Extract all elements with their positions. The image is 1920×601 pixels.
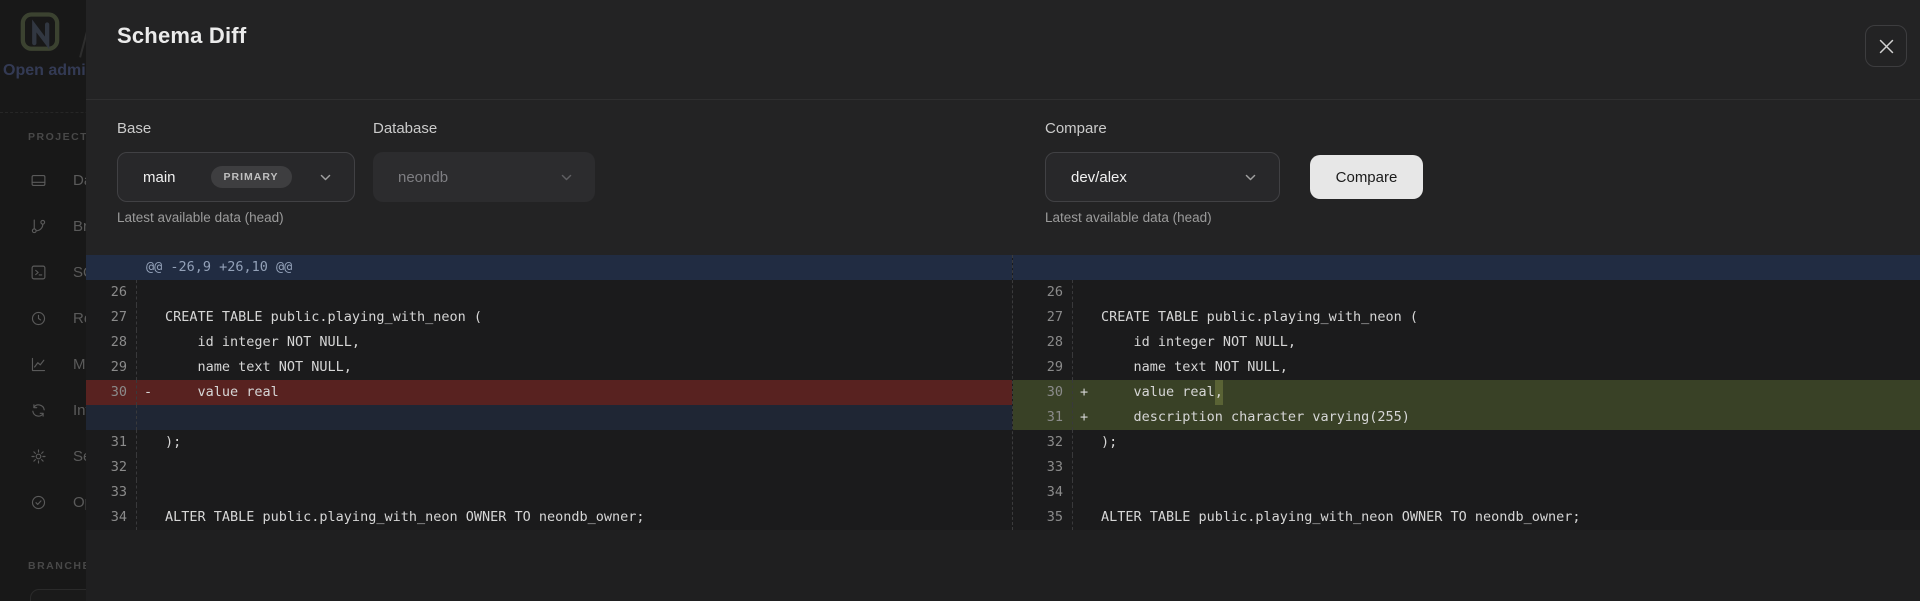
chevron-down-icon	[560, 171, 573, 189]
dashboard-icon	[30, 172, 47, 189]
open-admin-link[interactable]: Open admin	[3, 62, 95, 80]
diff-line: 26	[86, 280, 1012, 305]
close-button[interactable]	[1865, 25, 1907, 67]
primary-badge: PRIMARY	[211, 166, 292, 188]
diff-line: 35ALTER TABLE public.playing_with_neon O…	[1013, 505, 1920, 530]
diff-line: 27CREATE TABLE public.playing_with_neon …	[86, 305, 1012, 330]
diff-line: 29 name text NOT NULL,	[86, 355, 1012, 380]
diff-line	[86, 405, 1012, 430]
restore-icon	[30, 310, 47, 327]
base-label: Base	[117, 120, 151, 137]
diff-line: 34ALTER TABLE public.playing_with_neon O…	[86, 505, 1012, 530]
chevron-down-icon	[1244, 171, 1257, 189]
operations-icon	[30, 494, 47, 511]
diff-line: 32	[86, 455, 1012, 480]
close-icon	[1878, 38, 1895, 55]
compare-label: Compare	[1045, 120, 1107, 137]
compare-branch-select[interactable]: dev/alex	[1045, 152, 1280, 202]
diff-panel-compare: 2627CREATE TABLE public.playing_with_neo…	[1012, 255, 1920, 530]
base-branch-select[interactable]: main PRIMARY	[117, 152, 355, 202]
base-branch-value: main	[143, 169, 176, 186]
diff-line: 31);	[86, 430, 1012, 455]
diff-line: 27CREATE TABLE public.playing_with_neon …	[1013, 305, 1920, 330]
hunk-header-spacer	[1013, 255, 1920, 280]
compare-branch-value: dev/alex	[1071, 169, 1127, 186]
neon-logo-icon[interactable]	[20, 11, 60, 63]
diff-line: 30- value real	[86, 380, 1012, 405]
modal-title: Schema Diff	[117, 23, 246, 49]
sql-editor-icon	[30, 264, 47, 281]
diff-line: 29 name text NOT NULL,	[1013, 355, 1920, 380]
compare-hint: Latest available data (head)	[1045, 210, 1212, 225]
diff-line: 31+ description character varying(255)	[1013, 405, 1920, 430]
diff-line: 26	[1013, 280, 1920, 305]
diff-line: 32);	[1013, 430, 1920, 455]
integrations-icon	[30, 402, 47, 419]
diff-line: 28 id integer NOT NULL,	[1013, 330, 1920, 355]
diff-panel-base: @@ -26,9 +26,10 @@ 2627CREATE TABLE publ…	[86, 255, 1012, 530]
screen: Open admin PROJECT Dashboard Branches SQ…	[0, 0, 1920, 601]
settings-icon	[30, 448, 47, 465]
chevron-down-icon	[319, 171, 332, 189]
compare-button[interactable]: Compare	[1310, 155, 1423, 199]
diff-line: 33	[1013, 455, 1920, 480]
diff-line: 30+ value real,	[1013, 380, 1920, 405]
branches-icon	[30, 218, 47, 235]
schema-diff-modal: Schema Diff Base Database Compare main P…	[86, 0, 1920, 601]
sidebar-heading-project: PROJECT	[28, 131, 88, 143]
database-select[interactable]: neondb	[373, 152, 595, 202]
diff-line: 28 id integer NOT NULL,	[86, 330, 1012, 355]
base-hint: Latest available data (head)	[117, 210, 284, 225]
database-label: Database	[373, 120, 437, 137]
diff-line: 33	[86, 480, 1012, 505]
diff-line: 34	[1013, 480, 1920, 505]
monitoring-icon	[30, 356, 47, 373]
diff-viewer: @@ -26,9 +26,10 @@ 2627CREATE TABLE publ…	[86, 255, 1920, 601]
hunk-header: @@ -26,9 +26,10 @@	[86, 255, 1012, 280]
modal-header-divider	[86, 99, 1920, 100]
database-value: neondb	[398, 169, 448, 186]
